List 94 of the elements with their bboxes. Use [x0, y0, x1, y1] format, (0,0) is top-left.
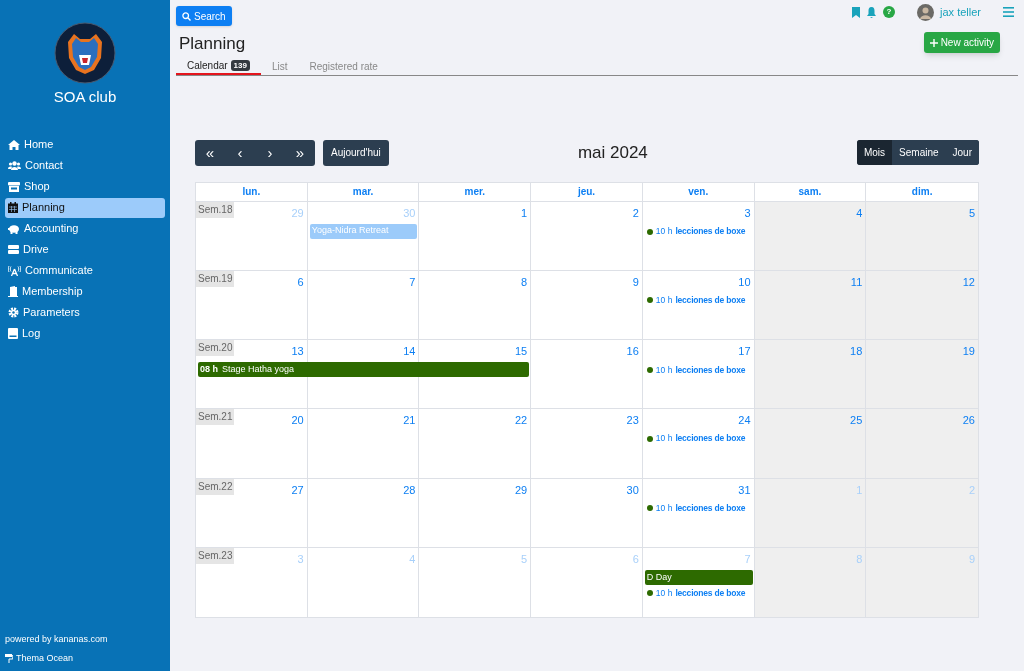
tab[interactable]: Calendar 139	[176, 57, 261, 75]
day-number[interactable]: 4	[856, 201, 866, 221]
week-number: Sem.20	[196, 340, 235, 357]
day-number[interactable]: 6	[297, 270, 307, 291]
store-icon	[8, 181, 20, 192]
week-number: Sem.21	[196, 409, 235, 426]
day-number[interactable]: 30	[626, 478, 642, 499]
event-item[interactable]: 10 h lecciones de boxe	[642, 587, 755, 600]
day-number[interactable]: 27	[291, 478, 307, 499]
day-number[interactable]: 9	[632, 270, 642, 291]
day-number[interactable]: 18	[850, 340, 866, 360]
day-number[interactable]: 29	[514, 478, 531, 499]
powered-by-text: powered by kananas.com	[5, 633, 109, 646]
sidebar-item[interactable]: Drive	[5, 239, 165, 260]
weekday-header: mer.	[419, 182, 532, 201]
day-number[interactable]: 16	[626, 340, 642, 360]
day-number[interactable]: 22	[514, 409, 531, 429]
help-icon[interactable]: ?	[883, 6, 896, 18]
sidebar-item[interactable]: Contact	[5, 155, 165, 176]
day-number[interactable]: 28	[403, 478, 419, 499]
weekday-header: sam.	[754, 182, 867, 201]
day-number[interactable]: 31	[738, 478, 754, 499]
day-number[interactable]: 17	[738, 340, 754, 360]
club-name: SOA club	[52, 87, 118, 107]
today-button[interactable]: Aujourd'hui	[323, 139, 389, 166]
sidebar-item[interactable]: Accounting	[5, 218, 165, 239]
bookmark-icon[interactable]	[852, 6, 861, 18]
event-item[interactable]: 10 h lecciones de boxe	[642, 501, 755, 515]
bear-logo-icon	[54, 22, 116, 84]
search-icon	[182, 11, 191, 21]
event-item[interactable]: 10 h lecciones de boxe	[642, 432, 755, 446]
day-number[interactable]: 2	[632, 201, 642, 221]
calendar-icon	[8, 202, 18, 213]
previous-button[interactable]: ‹	[225, 139, 255, 166]
sidebar-item[interactable]: Home	[5, 134, 165, 155]
day-number[interactable]: 8	[521, 270, 531, 291]
weekday-header: lun.	[196, 182, 308, 201]
day-number[interactable]: 24	[738, 409, 754, 429]
day-number[interactable]: 12	[962, 270, 978, 291]
sidebar-item[interactable]: Log	[5, 323, 165, 344]
page-title: Planning	[179, 33, 246, 55]
settings-icon	[8, 307, 19, 318]
door-icon	[8, 286, 18, 297]
drive-icon	[8, 245, 19, 254]
weekday-header: ven.	[642, 182, 755, 201]
day-number[interactable]: 5	[968, 201, 978, 221]
day-number[interactable]: 15	[514, 340, 531, 360]
event-item[interactable]: 10 h lecciones de boxe	[642, 293, 755, 307]
menu-icon[interactable]	[1003, 7, 1014, 17]
sidebar-item[interactable]: Communicate	[5, 260, 165, 281]
antenna-icon	[8, 265, 21, 276]
plus-icon	[929, 38, 938, 47]
event-bar[interactable]: 08 h Stage Hatha yoga	[198, 362, 530, 378]
bell-icon[interactable]	[866, 6, 878, 18]
home-icon	[8, 139, 20, 150]
day-number[interactable]: 26	[962, 409, 978, 429]
count-badge: 139	[230, 59, 250, 71]
tab[interactable]: Registered rate	[298, 57, 389, 75]
tab[interactable]: List	[260, 57, 299, 75]
day-number[interactable]: 11	[850, 270, 866, 291]
day-number[interactable]: 10	[738, 270, 754, 291]
weekday-header: jeu.	[531, 182, 643, 201]
view-tab[interactable]: Mois	[856, 140, 893, 165]
sidebar-item[interactable]: Planning	[5, 197, 165, 218]
avatar-icon[interactable]	[917, 3, 935, 21]
day-number[interactable]: 23	[626, 409, 642, 429]
new-activity-button[interactable]: New activity	[923, 32, 1000, 53]
user-name-link[interactable]: jax teller	[940, 3, 981, 21]
users-icon	[8, 161, 21, 170]
piggy-bank-icon	[8, 223, 20, 234]
search-button[interactable]: Search	[176, 6, 232, 26]
book-icon	[8, 328, 18, 339]
theme-link[interactable]: Thema Ocean	[16, 651, 74, 665]
day-number[interactable]: 14	[403, 340, 419, 360]
event-item[interactable]: 10 h lecciones de boxe	[642, 363, 755, 378]
sidebar-item[interactable]: Membership	[5, 281, 165, 302]
sidebar-item[interactable]: Parameters	[5, 302, 165, 323]
day-number[interactable]: 3	[744, 201, 754, 221]
day-number[interactable]: 20	[291, 409, 307, 429]
weekday-header: mar.	[307, 182, 420, 201]
day-number[interactable]: 19	[962, 340, 978, 360]
next-button[interactable]: ›	[255, 139, 285, 166]
day-number[interactable]: 25	[850, 409, 866, 429]
last-page-button[interactable]: »	[285, 139, 315, 166]
calendar-title: mai 2024	[577, 141, 648, 164]
first-page-button[interactable]: «	[195, 139, 225, 166]
day-number[interactable]: 21	[403, 409, 419, 429]
weekday-header: dim.	[910, 185, 934, 199]
event-item[interactable]: 10 h lecciones de boxe	[642, 224, 755, 239]
paint-roller-icon	[5, 653, 13, 663]
day-number[interactable]: 7	[409, 270, 419, 291]
day-number[interactable]: 13	[291, 340, 307, 360]
day-number[interactable]: 1	[521, 201, 531, 221]
sidebar-item[interactable]: Shop	[5, 176, 165, 197]
